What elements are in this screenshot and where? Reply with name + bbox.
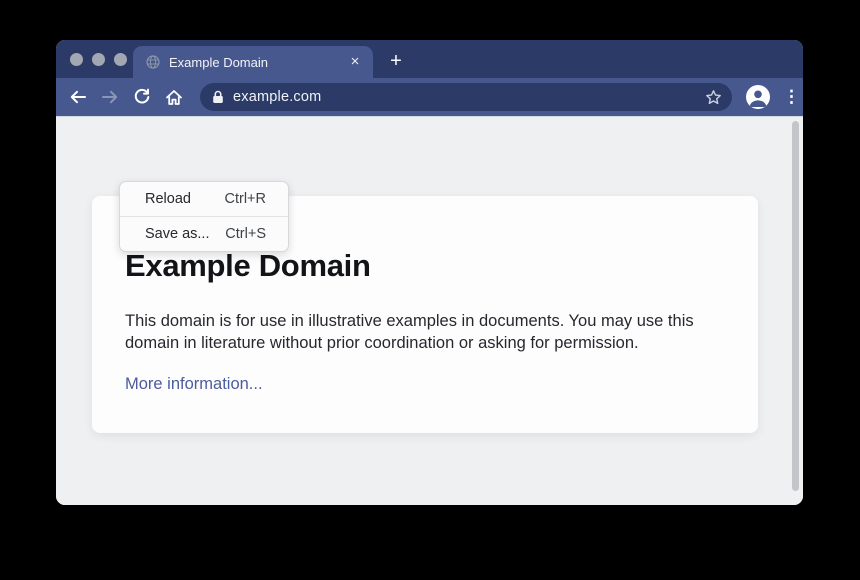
back-button[interactable] [62,83,94,111]
window-minimize-button[interactable] [92,53,105,66]
star-icon [705,89,722,106]
traffic-lights [70,53,127,66]
home-button[interactable] [158,83,190,111]
menu-item-label: Reload [145,191,191,207]
forward-button[interactable] [94,83,126,111]
window-zoom-button[interactable] [114,53,127,66]
tab-title: Example Domain [169,55,268,70]
back-arrow-icon [69,89,87,105]
context-menu-item-reload[interactable]: Reload Ctrl+R [120,182,288,216]
url-text: example.com [233,89,321,105]
browser-tab[interactable]: Example Domain × [133,46,373,78]
page-heading: Example Domain [125,248,720,284]
titlebar: Example Domain × + [56,40,803,78]
home-icon [165,89,183,106]
favicon-globe-icon [146,55,160,69]
browser-menu-button[interactable]: ⋮ [783,87,799,107]
secure-lock-icon [212,90,224,104]
context-menu-item-save-as[interactable]: Save as... Ctrl+S [120,217,288,251]
toolbar: example.com ⋮ [56,78,803,117]
window-close-button[interactable] [70,53,83,66]
page-paragraph: This domain is for use in illustrative e… [125,310,713,354]
context-menu: Reload Ctrl+R Save as... Ctrl+S [119,181,289,252]
reload-button[interactable] [126,83,158,111]
tab-close-button[interactable]: × [346,53,364,71]
menu-item-label: Save as... [145,226,209,242]
page-content: Example Domain This domain is for use in… [56,117,803,505]
new-tab-button[interactable]: + [383,49,409,75]
menu-item-shortcut: Ctrl+R [225,191,267,207]
user-avatar-icon [746,85,770,109]
forward-arrow-icon [101,89,119,105]
profile-avatar-button[interactable] [746,85,770,109]
vertical-scrollbar-thumb[interactable] [792,121,799,491]
browser-window: Example Domain × + [56,40,803,505]
address-bar[interactable]: example.com [200,83,732,111]
bookmark-button[interactable] [703,87,723,107]
reload-icon [133,88,151,106]
more-information-link[interactable]: More information... [125,375,263,394]
menu-item-shortcut: Ctrl+S [225,226,266,242]
